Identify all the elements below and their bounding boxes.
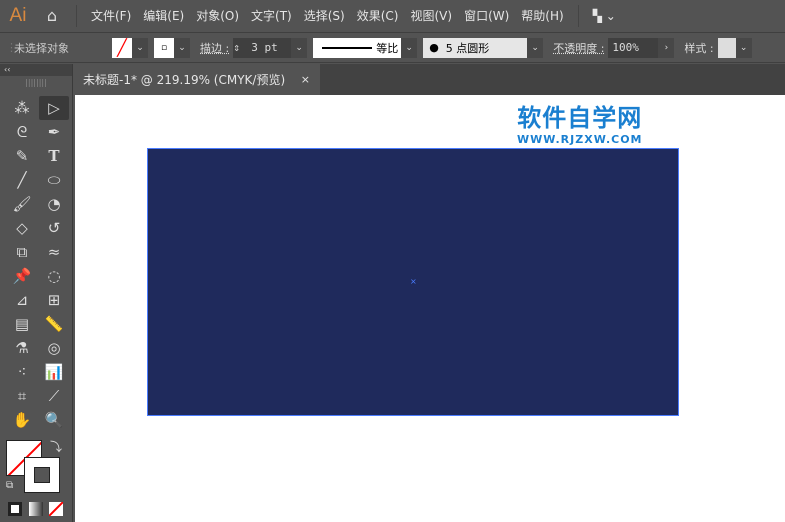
watermark-url: WWW.RJZXW.COM: [517, 133, 643, 146]
shape-builder-tool-icon[interactable]: ◌: [39, 264, 69, 288]
divider: [76, 4, 77, 27]
app-logo: Ai: [9, 4, 27, 26]
opacity-expand[interactable]: ›: [658, 37, 675, 58]
toolbar-grip[interactable]: ||||||||: [0, 76, 72, 90]
puppet-warp-tool-icon[interactable]: 📌: [7, 264, 37, 288]
type-tool-icon[interactable]: T: [39, 144, 69, 168]
eraser-tool-icon[interactable]: ◇: [7, 216, 37, 240]
menu-file[interactable]: 文件(F): [85, 7, 137, 24]
center-point-icon: ×: [410, 277, 417, 286]
measure-tool-icon[interactable]: 📏: [39, 312, 69, 336]
selected-rectangle[interactable]: ×: [147, 148, 679, 416]
style-dropdown[interactable]: ⌄: [735, 37, 752, 58]
style-swatch[interactable]: [717, 37, 736, 58]
color-mode-button[interactable]: [8, 502, 22, 516]
perspective-grid-tool-icon[interactable]: ⊿: [7, 288, 37, 312]
slice-tool-icon[interactable]: ⟋: [39, 384, 69, 408]
gradient-mode-button[interactable]: [29, 502, 43, 516]
divider: [577, 4, 579, 27]
ellipse-tool-icon[interactable]: ⬭: [39, 168, 69, 192]
column-graph-tool-icon[interactable]: 📊: [39, 360, 69, 384]
document-tab-title: 未标题-1* @ 219.19% (CMYK/预览): [83, 73, 286, 87]
blend-tool-icon[interactable]: ◎: [39, 336, 69, 360]
tools-panel: ‹‹ |||||||| ⁂ ▷ ᘓ ✒ ✎ T ╱ ⬭ 🖌 ◔ ◇ ↺ ⧉ ≈ …: [0, 64, 73, 522]
brush-dropdown[interactable]: ⌄: [527, 37, 544, 58]
stroke-color-swatch[interactable]: [24, 457, 60, 493]
curvature-tool-icon[interactable]: ✎: [7, 144, 37, 168]
canvas[interactable]: 软件自学网 WWW.RJZXW.COM ×: [75, 95, 785, 522]
rotate-tool-icon[interactable]: ↺: [39, 216, 69, 240]
mesh-tool-icon[interactable]: ⊞: [39, 288, 69, 312]
direct-selection-tool-icon[interactable]: ▷: [39, 96, 69, 120]
shaper-tool-icon[interactable]: ◔: [39, 192, 69, 216]
stroke-stepper[interactable]: ⇕: [233, 37, 248, 58]
opacity-input[interactable]: 100%: [608, 37, 659, 58]
menu-bar: Ai ⌂ 文件(F) 编辑(E) 对象(O) 文字(T) 选择(S) 效果(C)…: [0, 0, 785, 31]
stroke-weight-input[interactable]: 3 pt: [247, 37, 292, 58]
collapse-toolbar-button[interactable]: ‹‹: [0, 64, 72, 76]
document-tab-bar: 未标题-1* @ 219.19% (CMYK/预览) ×: [75, 64, 785, 95]
watermark-title: 软件自学网: [517, 104, 643, 132]
menu-help[interactable]: 帮助(H): [515, 7, 569, 24]
none-mode-button[interactable]: [49, 502, 63, 516]
selection-status: 未选择对象: [14, 41, 69, 55]
profile-label: 等比: [376, 41, 399, 55]
menu-select[interactable]: 选择(S): [298, 7, 351, 24]
close-tab-icon[interactable]: ×: [301, 73, 310, 86]
zoom-tool-icon[interactable]: 🔍: [39, 408, 69, 432]
stroke-dropdown[interactable]: ⌄: [174, 37, 190, 58]
document-tab[interactable]: 未标题-1* @ 219.19% (CMYK/预览) ×: [75, 64, 320, 95]
magic-wand-tool-icon[interactable]: ⁂: [7, 96, 37, 120]
scale-tool-icon[interactable]: ⧉: [7, 240, 37, 264]
workspace-switcher-icon[interactable]: ▚ ⌄: [587, 9, 622, 23]
artboard-tool-icon[interactable]: ⌗: [7, 384, 37, 408]
opacity-label[interactable]: 不透明度 :: [553, 40, 604, 56]
grip-icon: ⋮: [6, 41, 17, 54]
menu-view[interactable]: 视图(V): [404, 7, 458, 24]
fill-swatch[interactable]: ╱: [112, 37, 132, 58]
symbol-sprayer-tool-icon[interactable]: ⁖: [7, 360, 37, 384]
paintbrush-tool-icon[interactable]: 🖌: [7, 192, 37, 216]
fill-dropdown[interactable]: ⌄: [132, 37, 148, 58]
home-icon[interactable]: ⌂: [36, 6, 68, 25]
gradient-tool-icon[interactable]: ▤: [7, 312, 37, 336]
menu-object[interactable]: 对象(O): [190, 7, 245, 24]
variable-width-profile[interactable]: 等比: [313, 37, 402, 58]
swap-colors-icon[interactable]: ⤵: [50, 438, 62, 455]
pen-tool-icon[interactable]: ✒: [39, 120, 69, 144]
watermark-logo: 软件自学网 WWW.RJZXW.COM: [517, 98, 643, 146]
menu-effect[interactable]: 效果(C): [351, 7, 405, 24]
profile-dropdown[interactable]: ⌄: [401, 37, 418, 58]
default-colors-icon[interactable]: ⧉: [6, 480, 13, 491]
menu-window[interactable]: 窗口(W): [458, 7, 515, 24]
line-tool-icon[interactable]: ╱: [7, 168, 37, 192]
control-bar: ⋮ 未选择对象 ╱ ⌄ ▫ ⌄ 描边 : ⇕ 3 pt ⌄ 等比 ⌄ ● 5 点圆形 ⌄ …: [0, 32, 785, 63]
brush-definition[interactable]: ● 5 点圆形: [423, 37, 528, 58]
stroke-swatch[interactable]: ▫: [154, 37, 174, 58]
menu-type[interactable]: 文字(T): [245, 7, 298, 24]
lasso-tool-icon[interactable]: ᘓ: [7, 120, 37, 144]
stroke-label[interactable]: 描边 :: [200, 40, 229, 56]
menu-edit[interactable]: 编辑(E): [137, 7, 190, 24]
hand-tool-icon[interactable]: ✋: [7, 408, 37, 432]
warp-tool-icon[interactable]: ≈: [39, 240, 69, 264]
style-label: 样式 :: [684, 41, 714, 55]
brush-label: 5 点圆形: [445, 41, 490, 55]
stroke-weight-dropdown[interactable]: ⌄: [291, 37, 308, 58]
eyedropper-tool-icon[interactable]: ⚗: [7, 336, 37, 360]
